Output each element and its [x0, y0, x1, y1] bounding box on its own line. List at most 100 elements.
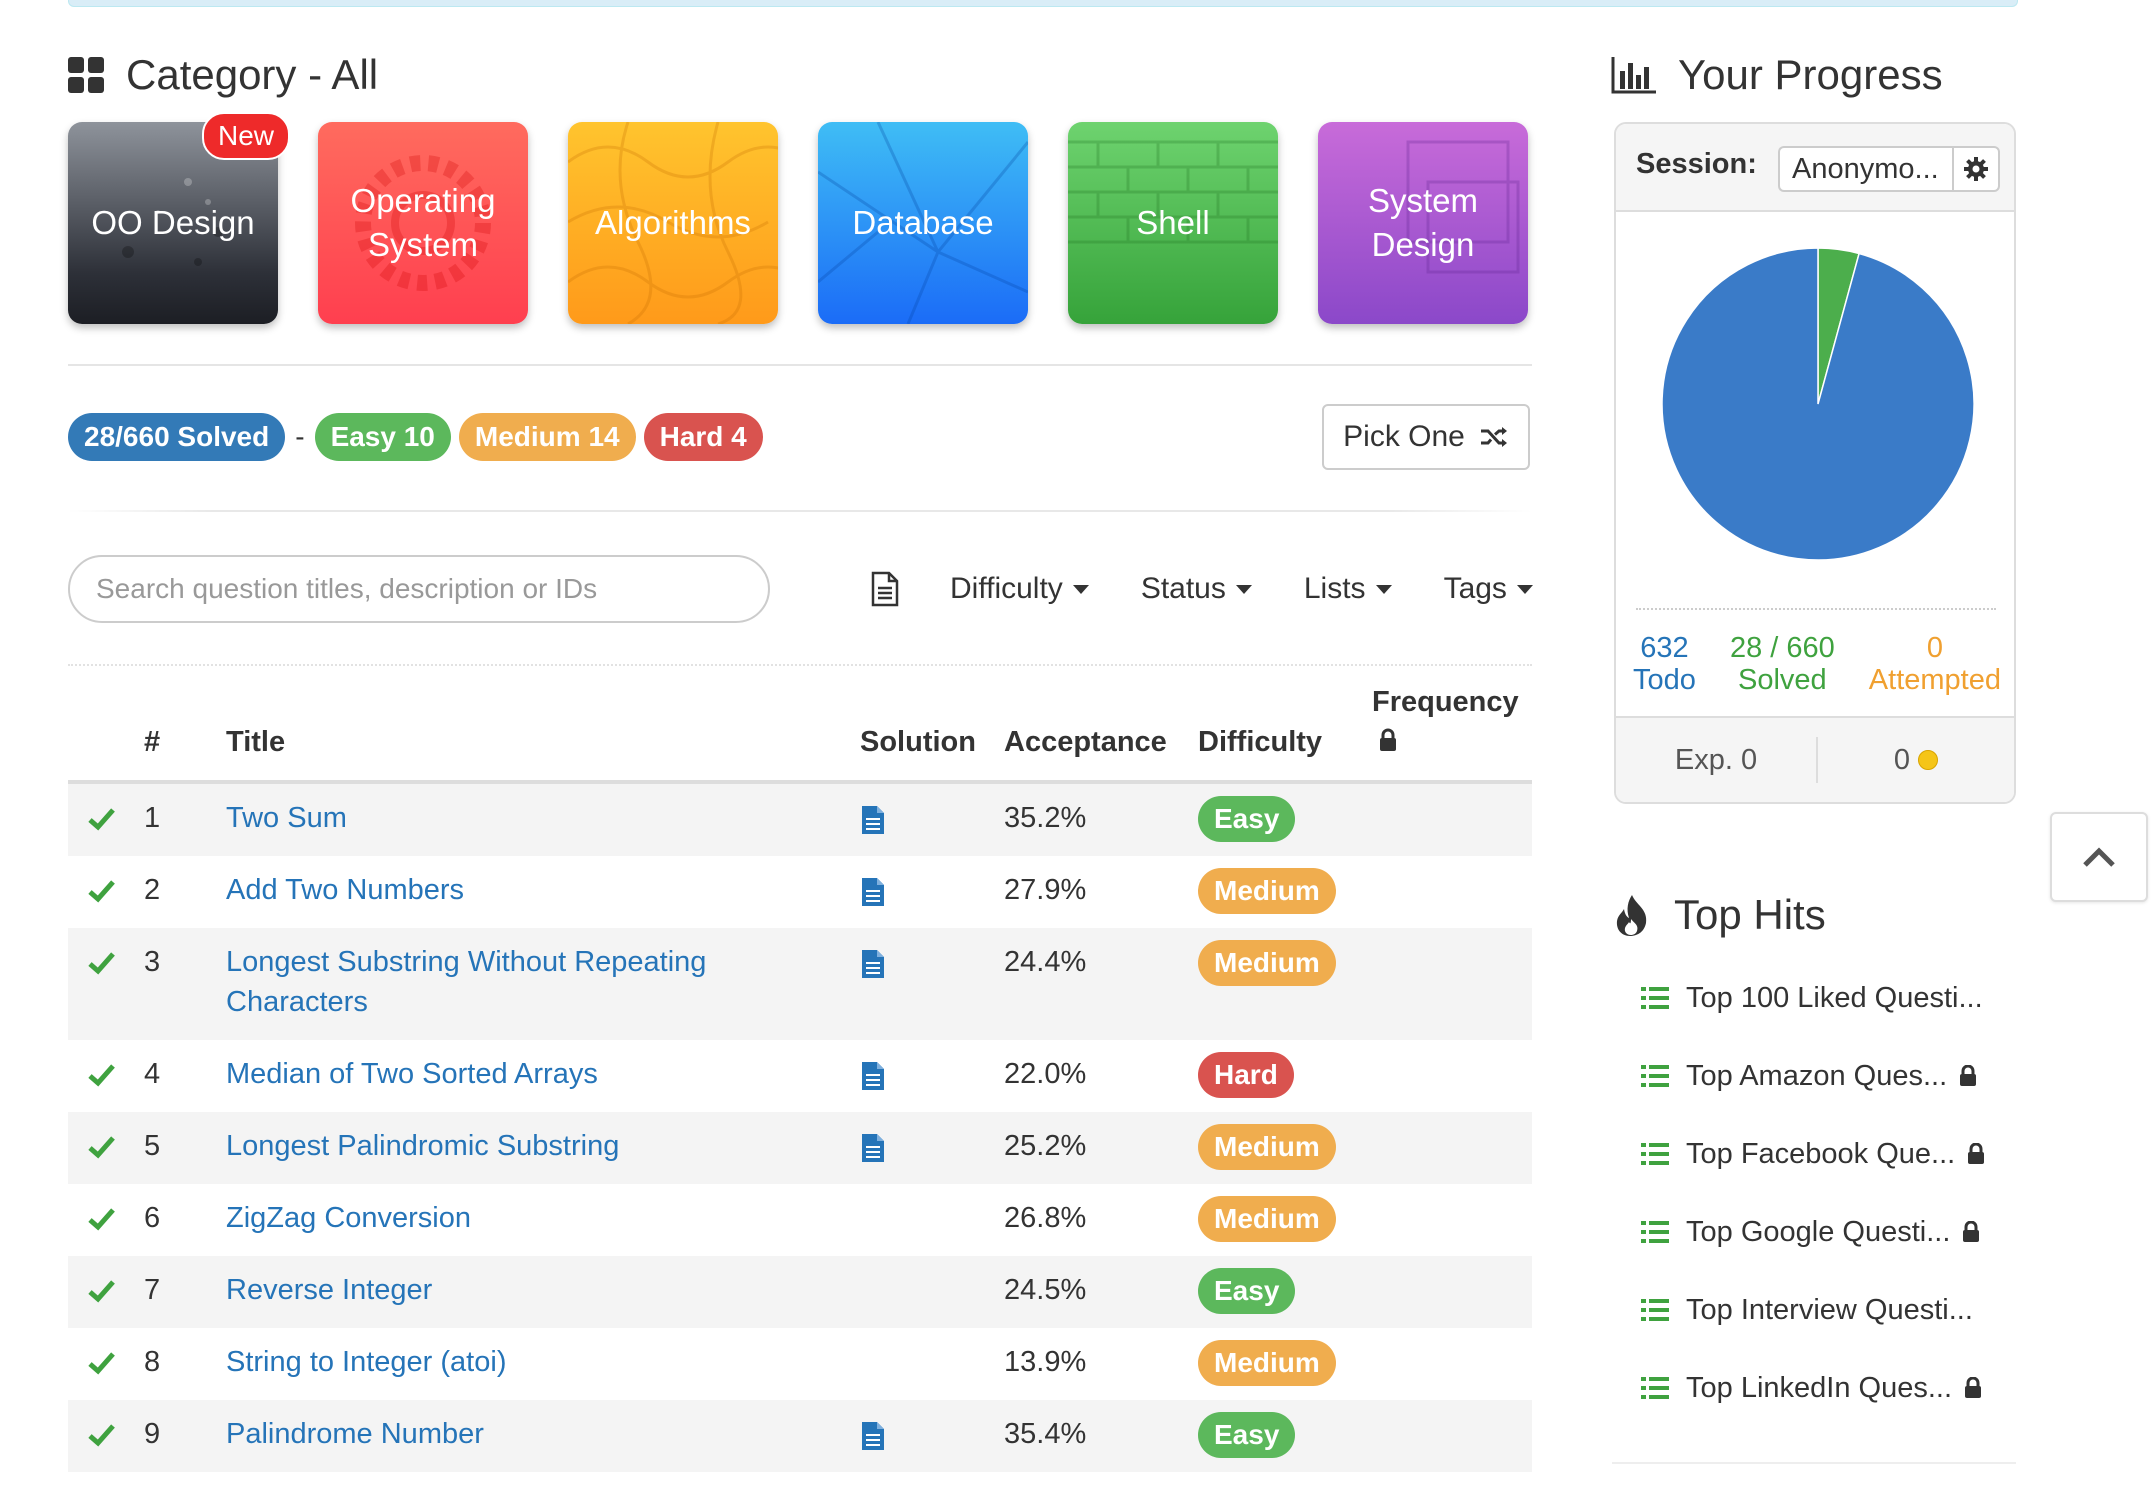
difficulty-badge: Easy: [1198, 1268, 1296, 1314]
todo-label: Todo: [1633, 664, 1696, 696]
category-card-database[interactable]: Database: [818, 122, 1028, 324]
category-card-oo-design[interactable]: OO Design New: [68, 112, 290, 324]
lock-icon: [1380, 728, 1396, 751]
divider: [68, 664, 1532, 666]
solution-document-icon[interactable]: [860, 1420, 886, 1452]
top-hits-item[interactable]: Top Facebook Que...: [1640, 1134, 1985, 1174]
header-acceptance[interactable]: Acceptance: [1004, 726, 1167, 759]
problem-number: 2: [144, 874, 161, 906]
problems-table: # Title Solution Acceptance Difficulty F…: [68, 676, 1532, 1472]
caret-down-icon: [1235, 584, 1252, 594]
acceptance-rate: 26.8%: [1004, 1202, 1087, 1234]
lists-dropdown[interactable]: Lists: [1304, 572, 1392, 606]
list-icon: [1641, 1221, 1669, 1243]
lock-icon: [1968, 1143, 1985, 1164]
problem-title-link[interactable]: String to Integer (atoi): [226, 1342, 746, 1382]
chevron-up-icon: [2083, 847, 2115, 867]
problem-title-link[interactable]: Palindrome Number: [226, 1414, 746, 1454]
solution-document-icon[interactable]: [860, 1060, 886, 1092]
check-icon: [88, 808, 115, 831]
top-hits-item[interactable]: Top LinkedIn Ques...: [1640, 1368, 1985, 1408]
problem-title-link[interactable]: Reverse Integer: [226, 1270, 746, 1310]
caret-down-icon: [1072, 584, 1089, 594]
difficulty-dropdown[interactable]: Difficulty: [950, 572, 1089, 606]
acceptance-rate: 24.5%: [1004, 1274, 1087, 1306]
problem-number: 4: [144, 1058, 161, 1090]
header-title[interactable]: Title: [226, 726, 285, 759]
header-difficulty[interactable]: Difficulty: [1198, 726, 1322, 759]
acceptance-rate: 27.9%: [1004, 874, 1087, 906]
solution-document-icon[interactable]: [860, 804, 886, 836]
dropdown-label: Difficulty: [950, 572, 1063, 605]
top-hits-item[interactable]: Top 100 Liked Questi...: [1640, 978, 1985, 1018]
table-body: 1 Two Sum 35.2% Easy 2 Add Two Numbers 27.9% Me…: [68, 784, 1532, 1472]
card-label: System Design: [1367, 182, 1479, 263]
solution-document-icon[interactable]: [860, 1132, 886, 1164]
top-hits-item[interactable]: Top Interview Questi...: [1640, 1290, 1985, 1330]
difficulty-cell: Medium: [1198, 1340, 1336, 1386]
problem-number: 1: [144, 802, 161, 834]
scroll-to-top-button[interactable]: [2050, 812, 2148, 902]
problem-title-link[interactable]: ZigZag Conversion: [226, 1198, 746, 1238]
header-frequency[interactable]: Frequency: [1372, 686, 1519, 719]
category-card-algorithms[interactable]: Algorithms: [568, 122, 778, 324]
category-card-operating-system[interactable]: Operating System: [318, 122, 528, 324]
difficulty-cell: Medium: [1198, 940, 1336, 986]
solution-document-icon[interactable]: [860, 948, 886, 980]
medium-count-badge: Medium 14: [458, 413, 636, 461]
table-row: 6 ZigZag Conversion 26.8% Medium: [68, 1184, 1532, 1256]
lock-icon: [1965, 1377, 1981, 1398]
search-input[interactable]: [68, 555, 770, 623]
session-settings-button[interactable]: [1952, 146, 2000, 192]
problem-title-link[interactable]: Longest Palindromic Substring: [226, 1126, 746, 1166]
top-alert-strip: [68, 0, 2018, 7]
progress-header: Your Progress: [1610, 50, 1943, 100]
list-icon: [1641, 987, 1669, 1009]
status-dropdown[interactable]: Status: [1141, 572, 1252, 606]
dropdown-label: Lists: [1303, 572, 1366, 605]
difficulty-badge: Easy: [1198, 1412, 1296, 1458]
difficulty-cell: Medium: [1198, 1124, 1336, 1170]
category-card-shell[interactable]: Shell: [1068, 122, 1278, 324]
dropdown-label: Tags: [1443, 572, 1507, 605]
table-row: 4 Median of Two Sorted Arrays 22.0% Hard: [68, 1040, 1532, 1112]
header-solution[interactable]: Solution: [860, 726, 976, 759]
list-icon: [1641, 1065, 1669, 1087]
category-card-system-design[interactable]: System Design: [1318, 122, 1528, 324]
problem-number: 3: [144, 946, 161, 978]
pick-one-label: Pick One: [1343, 420, 1465, 453]
progress-panel: Session: Anonymo... 632 Todo 28 / 660 Solv…: [1614, 122, 2016, 804]
progress-stats: 632 Todo 28 / 660 Solved 0 Attempted: [1616, 632, 2014, 696]
document-icon[interactable]: [870, 571, 900, 607]
difficulty-badge: Medium: [1198, 940, 1336, 986]
problem-title-link[interactable]: Add Two Numbers: [226, 870, 746, 910]
check-icon: [88, 880, 115, 903]
acceptance-rate: 35.4%: [1004, 1418, 1087, 1450]
top-hits-item[interactable]: Top Amazon Ques...: [1640, 1056, 1985, 1096]
tags-dropdown[interactable]: Tags: [1444, 572, 1533, 606]
top-hits-item[interactable]: Top Google Questi...: [1640, 1212, 1985, 1252]
problem-title-link[interactable]: Longest Substring Without Repeating Char…: [226, 942, 746, 1022]
problem-title-link[interactable]: Two Sum: [226, 798, 746, 838]
category-header: Category - All: [68, 50, 378, 100]
problem-title-link[interactable]: Median of Two Sorted Arrays: [226, 1054, 746, 1094]
check-icon: [88, 1280, 115, 1303]
experience-value: Exp. 0: [1616, 737, 1818, 783]
header-num[interactable]: #: [144, 726, 160, 759]
session-select[interactable]: Anonymo...: [1778, 146, 1952, 192]
solution-document-icon[interactable]: [860, 876, 886, 908]
acceptance-rate: 22.0%: [1004, 1058, 1087, 1090]
category-title: Category - All: [126, 51, 379, 98]
easy-count-badge: Easy 10: [314, 413, 451, 461]
solved-stat: 28 / 660 Solved: [1730, 632, 1835, 696]
card-label: Operating System: [350, 182, 496, 263]
table-row: 8 String to Integer (atoi) 13.9% Medium: [68, 1328, 1532, 1400]
table-row: 2 Add Two Numbers 27.9% Medium: [68, 856, 1532, 928]
list-icon: [1641, 1377, 1669, 1399]
gear-icon: [1964, 157, 1988, 181]
table-row: 9 Palindrome Number 35.4% Easy: [68, 1400, 1532, 1472]
problem-number: 7: [144, 1274, 161, 1306]
pick-one-button[interactable]: Pick One: [1322, 404, 1530, 470]
shuffle-icon: [1480, 427, 1507, 447]
top-hits-title: Top Hits: [1674, 891, 1826, 938]
